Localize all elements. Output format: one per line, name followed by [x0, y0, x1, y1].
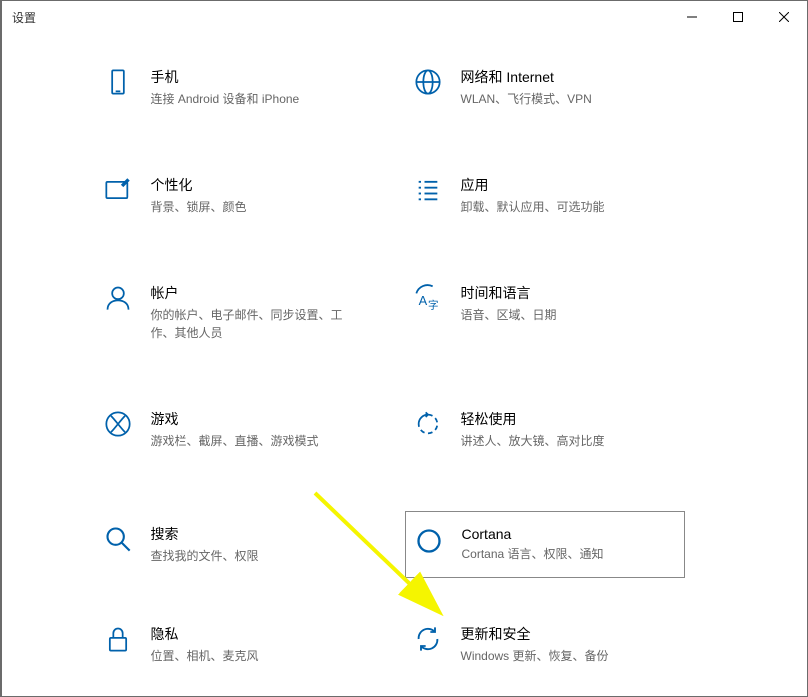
tile-desc: 讲述人、放大镜、高对比度	[461, 432, 667, 450]
tile-cortana[interactable]: Cortana Cortana 语言、权限、通知	[405, 511, 685, 578]
tile-time-language[interactable]: A字 时间和语言 语音、区域、日期	[405, 277, 675, 348]
tile-title: 个性化	[151, 175, 357, 195]
tile-search[interactable]: 搜索 查找我的文件、权限	[95, 518, 365, 571]
tile-title: 搜索	[151, 524, 357, 544]
tile-accounts[interactable]: 帐户 你的帐户、电子邮件、同步设置、工作、其他人员	[95, 277, 365, 348]
phone-icon	[103, 67, 133, 97]
person-icon	[103, 283, 133, 313]
tile-desc: 卸载、默认应用、可选功能	[461, 198, 667, 216]
tile-personalization[interactable]: 个性化 背景、锁屏、颜色	[95, 169, 365, 222]
svg-text:A: A	[418, 293, 427, 308]
window-controls	[669, 1, 807, 33]
tile-desc: Windows 更新、恢复、备份	[461, 647, 667, 665]
tile-desc: 游戏栏、截屏、直播、游戏模式	[151, 432, 357, 450]
search-icon	[103, 524, 133, 554]
tile-desc: 连接 Android 设备和 iPhone	[151, 90, 357, 108]
tile-title: 手机	[151, 67, 357, 87]
tile-desc: 位置、相机、麦克风	[151, 647, 357, 665]
tile-desc: 背景、锁屏、颜色	[151, 198, 357, 216]
ease-of-access-icon	[413, 409, 443, 439]
tile-apps[interactable]: 应用 卸载、默认应用、可选功能	[405, 169, 675, 222]
lock-icon	[103, 624, 133, 654]
maximize-button[interactable]	[715, 1, 761, 33]
tile-title: Cortana	[462, 526, 676, 542]
tile-title: 游戏	[151, 409, 357, 429]
tile-title: 轻松使用	[461, 409, 667, 429]
tile-desc: 你的帐户、电子邮件、同步设置、工作、其他人员	[151, 306, 357, 342]
tile-privacy[interactable]: 隐私 位置、相机、麦克风	[95, 618, 365, 671]
titlebar: 设置	[2, 1, 807, 33]
tile-network[interactable]: 网络和 Internet WLAN、飞行模式、VPN	[405, 61, 675, 114]
tile-gaming[interactable]: 游戏 游戏栏、截屏、直播、游戏模式	[95, 403, 365, 456]
minimize-button[interactable]	[669, 1, 715, 33]
tile-desc: Cortana 语言、权限、通知	[462, 545, 676, 563]
settings-content: 手机 连接 Android 设备和 iPhone 网络和 Internet WL…	[2, 61, 807, 696]
svg-text:字: 字	[428, 299, 439, 312]
tile-title: 帐户	[151, 283, 357, 303]
window-title: 设置	[12, 9, 36, 26]
close-button[interactable]	[761, 1, 807, 33]
tile-title: 隐私	[151, 624, 357, 644]
tile-title: 网络和 Internet	[461, 67, 667, 87]
tile-title: 更新和安全	[461, 624, 667, 644]
tile-update-security[interactable]: 更新和安全 Windows 更新、恢复、备份	[405, 618, 675, 671]
globe-icon	[413, 67, 443, 97]
tile-ease-of-access[interactable]: 轻松使用 讲述人、放大镜、高对比度	[405, 403, 675, 456]
tile-title: 应用	[461, 175, 667, 195]
tile-phone[interactable]: 手机 连接 Android 设备和 iPhone	[95, 61, 365, 114]
settings-grid: 手机 连接 Android 设备和 iPhone 网络和 Internet WL…	[95, 61, 715, 696]
tile-desc: 查找我的文件、权限	[151, 547, 357, 565]
cortana-icon	[414, 526, 444, 556]
apps-list-icon	[413, 175, 443, 205]
xbox-icon	[103, 409, 133, 439]
time-language-icon: A字	[413, 283, 443, 313]
tile-desc: WLAN、飞行模式、VPN	[461, 90, 667, 108]
paintbrush-icon	[103, 175, 133, 205]
tile-desc: 语音、区域、日期	[461, 306, 667, 324]
update-icon	[413, 624, 443, 654]
tile-title: 时间和语言	[461, 283, 667, 303]
settings-window: 设置 手机 连接 A	[0, 0, 808, 697]
